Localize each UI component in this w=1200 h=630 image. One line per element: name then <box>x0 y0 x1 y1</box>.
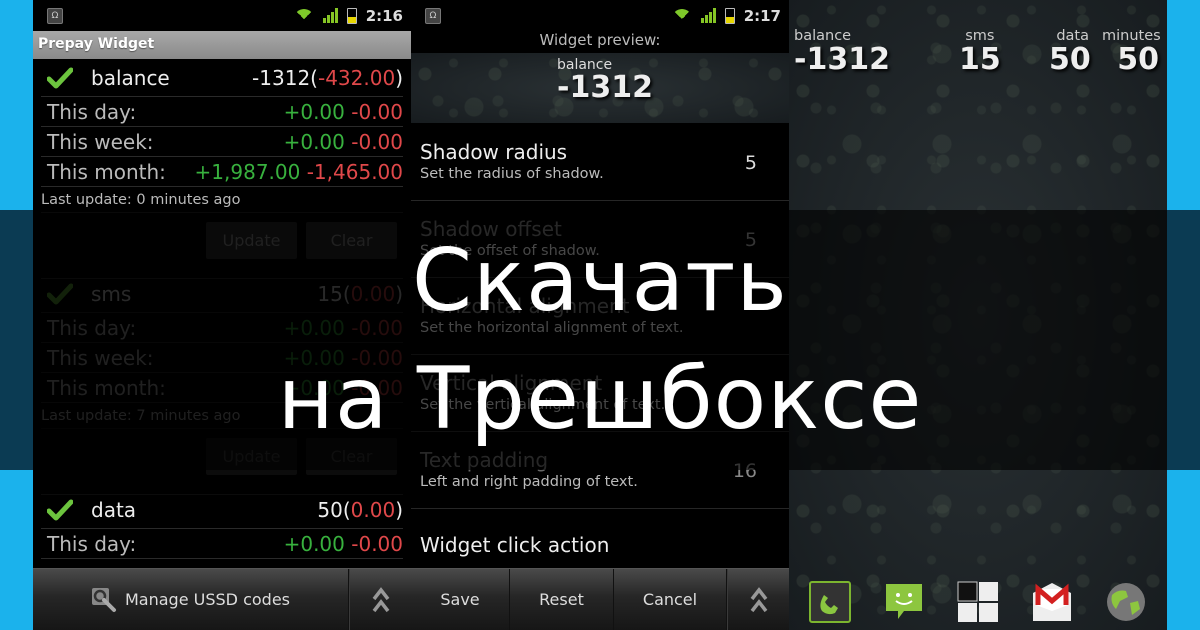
stat-row: This day:+0.00 -0.00 <box>41 529 403 559</box>
widget-value: 15 <box>959 42 1001 77</box>
account-name: balance <box>91 65 170 90</box>
cancel-button[interactable]: Cancel <box>614 569 727 630</box>
account-total: -1312(-432.00) <box>252 65 403 90</box>
pref-summary: Set the radius of shadow. <box>420 166 604 182</box>
browser-globe-icon[interactable] <box>1104 581 1148 623</box>
gmail-icon[interactable] <box>1030 581 1074 623</box>
account-data: data 50(0.00) This day: +0.00 -0.00 <box>41 491 403 559</box>
clock: 2:16 <box>365 6 403 25</box>
status-bar: Ω 2:17 <box>411 0 789 31</box>
app-title: Prepay Widget <box>33 31 411 59</box>
account-total: 50(0.00) <box>317 497 403 522</box>
pref-title: Widget click action <box>420 533 610 557</box>
banner-line-2: на Трешбоксе <box>277 349 923 449</box>
account-name: data <box>91 497 137 522</box>
preview-label: Widget preview: <box>539 31 661 49</box>
home-widget-data[interactable]: data 50 <box>1049 28 1091 77</box>
stat-row: This month: +1,987.00 -1,465.00 <box>41 157 403 187</box>
widget-value: -1312 <box>794 42 890 77</box>
more-button[interactable] <box>727 569 789 630</box>
reset-button[interactable]: Reset <box>510 569 614 630</box>
status-bar: Ω 2:16 <box>33 0 411 31</box>
stat-row: This week:+0.00 -0.00 <box>41 127 403 157</box>
banner-title[interactable]: Скачать на Трешбоксе <box>0 222 1200 458</box>
double-chevron-up-icon <box>750 586 767 612</box>
signal-icon <box>700 8 716 23</box>
home-widget-sms[interactable]: sms 15 <box>959 28 1001 76</box>
check-icon[interactable] <box>47 67 73 89</box>
manage-ussd-label: Manage USSD codes <box>125 590 290 609</box>
stat-row: This day:+0.00 -0.00 <box>41 97 403 127</box>
banner-line-1: Скачать <box>412 231 788 331</box>
save-button[interactable]: Save <box>411 569 510 630</box>
dock <box>789 578 1167 626</box>
manage-ussd-button[interactable]: Manage USSD codes <box>33 569 349 630</box>
wrench-search-icon <box>92 587 116 612</box>
notification-icon: Ω <box>425 7 441 24</box>
pref-value: 5 <box>744 152 757 174</box>
pref-title: Shadow radius <box>420 140 568 164</box>
account-header[interactable]: data 50(0.00) <box>41 491 403 529</box>
widget-preview: balance -1312 <box>411 53 789 123</box>
app-drawer-icon[interactable] <box>956 581 1000 623</box>
bottom-action-bar: Save Reset Cancel <box>411 568 789 630</box>
widget-value: 50 <box>1049 42 1091 77</box>
phone-icon[interactable] <box>808 581 852 623</box>
preview-widget-value: -1312 <box>557 70 653 105</box>
signal-icon <box>322 8 338 23</box>
check-icon[interactable] <box>47 499 73 521</box>
notification-icon: Ω <box>47 7 63 24</box>
clock: 2:17 <box>743 6 781 25</box>
battery-icon <box>346 7 357 24</box>
pref-summary: Left and right padding of text. <box>420 474 638 490</box>
home-widget-balance[interactable]: balance -1312 <box>794 28 890 76</box>
battery-icon <box>724 7 735 24</box>
pref-shadow-radius[interactable]: Shadow radius Set the radius of shadow. … <box>411 124 789 201</box>
account-header[interactable]: balance -1312(-432.00) <box>41 59 403 97</box>
more-button[interactable] <box>349 569 411 630</box>
double-chevron-up-icon <box>372 586 389 612</box>
wifi-icon <box>294 9 314 23</box>
wifi-icon <box>672 9 692 23</box>
messaging-icon[interactable] <box>882 581 926 623</box>
widget-value: 50 <box>1117 42 1159 77</box>
bottom-action-bar: Manage USSD codes <box>33 568 411 630</box>
home-widget-minutes[interactable]: minutes 50 <box>1102 28 1161 77</box>
